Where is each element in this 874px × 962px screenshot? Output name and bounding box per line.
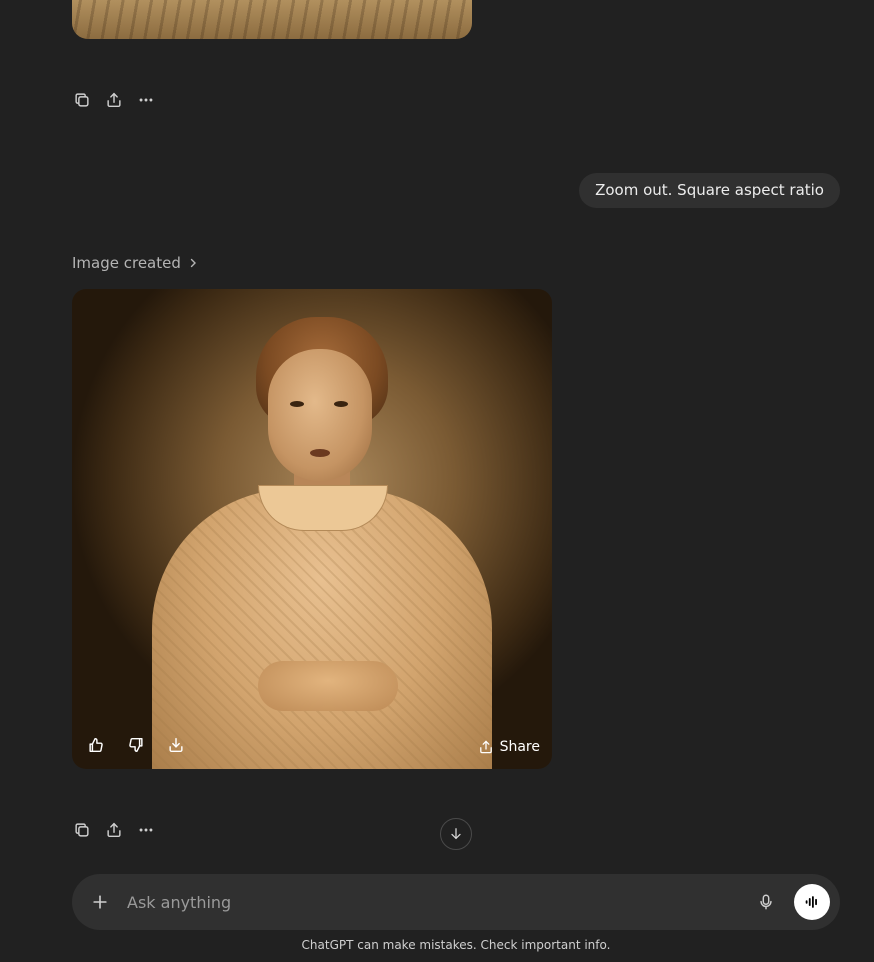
chevron-right-icon: [190, 258, 196, 268]
copy-icon[interactable]: [72, 820, 92, 840]
previous-image-fabric: [72, 0, 472, 39]
previous-message-actions: [72, 90, 156, 110]
image-figure-face: [268, 349, 372, 481]
voice-waveform-icon: [805, 896, 817, 908]
image-created-label: Image created: [72, 254, 181, 272]
plus-icon[interactable]: [88, 890, 112, 914]
voice-mode-button[interactable]: [794, 884, 830, 920]
generated-image[interactable]: Share: [72, 289, 552, 769]
share-icon: [479, 740, 492, 754]
composer: [72, 874, 840, 930]
microphone-icon[interactable]: [754, 890, 778, 914]
chat-page: Zoom out. Square aspect ratio Image crea…: [0, 0, 874, 962]
thumbs-up-icon[interactable]: [84, 733, 108, 757]
arrow-down-icon: [451, 828, 461, 840]
previous-generated-image[interactable]: [72, 0, 472, 39]
share-icon[interactable]: [104, 820, 124, 840]
scroll-to-bottom-button[interactable]: [440, 818, 472, 850]
image-created-link[interactable]: Image created: [72, 254, 199, 272]
more-icon[interactable]: [136, 90, 156, 110]
image-figure-dress: [152, 489, 492, 769]
assistant-message-actions: [72, 820, 156, 840]
image-figure-hands: [258, 661, 398, 711]
image-share-label: Share: [499, 739, 540, 755]
image-figure-mouth: [310, 449, 330, 457]
more-icon[interactable]: [136, 820, 156, 840]
user-message-bubble: Zoom out. Square aspect ratio: [579, 173, 840, 208]
copy-icon[interactable]: [72, 90, 92, 110]
thumbs-down-icon[interactable]: [124, 733, 148, 757]
image-figure-eye-left: [290, 401, 304, 407]
image-figure-eye-right: [334, 401, 348, 407]
image-share-button[interactable]: Share: [478, 739, 540, 755]
message-input[interactable]: [125, 891, 754, 913]
disclaimer-text: ChatGPT can make mistakes. Check importa…: [301, 938, 611, 952]
download-icon[interactable]: [164, 733, 188, 757]
share-icon[interactable]: [104, 90, 124, 110]
